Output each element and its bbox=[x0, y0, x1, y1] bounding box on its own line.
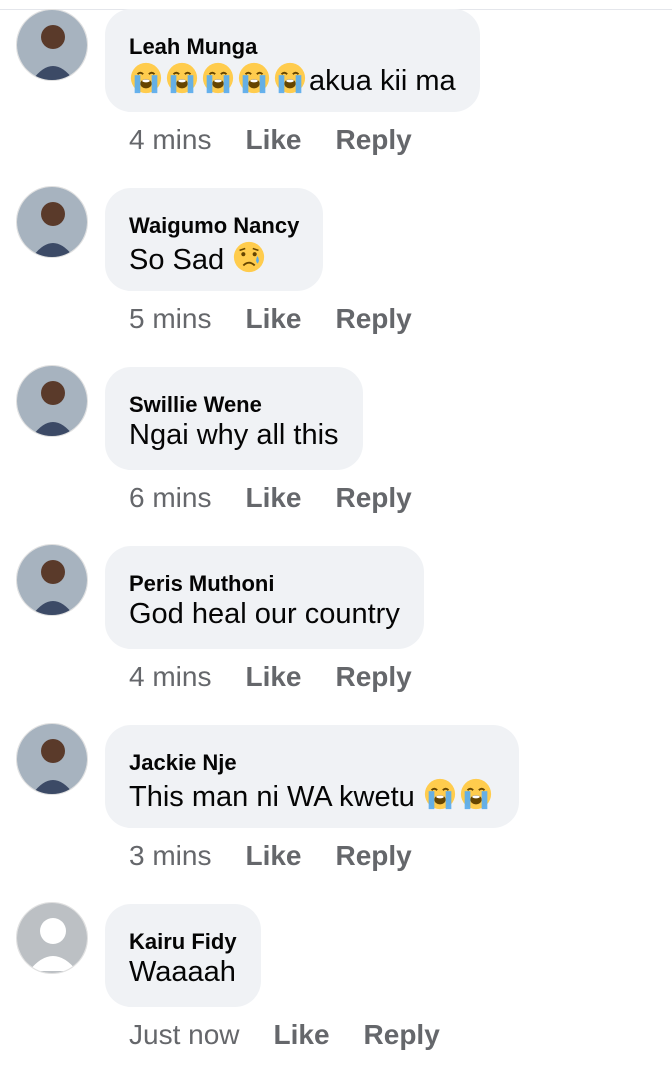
profile-photo bbox=[17, 545, 87, 615]
like-button[interactable]: Like bbox=[245, 124, 301, 155]
loudly-crying-face-icon bbox=[202, 62, 234, 94]
sad-but-relieved-face-icon bbox=[234, 241, 265, 273]
comment-bubble[interactable]: Jackie Nje This man ni WA kwetu bbox=[105, 725, 519, 828]
comment-time[interactable]: 4 mins bbox=[129, 124, 211, 155]
avatar[interactable] bbox=[16, 902, 88, 974]
comment-bubble[interactable]: Waigumo Nancy So Sad bbox=[105, 188, 323, 291]
comment-time[interactable]: 5 mins bbox=[129, 303, 211, 334]
comment-message: So Sad bbox=[129, 244, 233, 276]
comment-item: Jackie Nje This man ni WA kwetu 3 mins Li… bbox=[0, 723, 672, 904]
comment-time[interactable]: 6 mins bbox=[129, 482, 211, 513]
comment-text: Waaaah bbox=[129, 956, 236, 989]
reply-button[interactable]: Reply bbox=[336, 840, 412, 871]
avatar[interactable] bbox=[16, 186, 88, 258]
avatar[interactable] bbox=[16, 723, 88, 795]
comment-author[interactable]: Jackie Nje bbox=[129, 750, 237, 776]
comment-text: So Sad bbox=[129, 240, 268, 277]
comment-actions: 4 mins Like Reply bbox=[129, 124, 446, 156]
avatar[interactable] bbox=[16, 365, 88, 437]
comment-actions: 6 mins Like Reply bbox=[129, 482, 446, 514]
comment-author[interactable]: Waigumo Nancy bbox=[129, 213, 299, 239]
profile-photo bbox=[17, 187, 87, 257]
comment-message: Waaaah bbox=[129, 956, 236, 988]
like-button[interactable]: Like bbox=[245, 840, 301, 871]
comment-author[interactable]: Kairu Fidy bbox=[129, 929, 237, 955]
comment-message: God heal our country bbox=[129, 598, 400, 630]
comment-actions: 4 mins Like Reply bbox=[129, 661, 446, 693]
comment-item: Peris Muthoni God heal our country 4 min… bbox=[0, 544, 672, 725]
loudly-crying-face-icon bbox=[130, 62, 162, 94]
comment-bubble[interactable]: Swillie Wene Ngai why all this bbox=[105, 367, 363, 470]
comment-actions: 3 mins Like Reply bbox=[129, 840, 446, 872]
reply-button[interactable]: Reply bbox=[336, 482, 412, 513]
default-avatar-icon bbox=[17, 903, 87, 973]
comment-bubble[interactable]: Leah Munga akua kii ma bbox=[105, 9, 480, 112]
like-button[interactable]: Like bbox=[274, 1019, 330, 1050]
like-button[interactable]: Like bbox=[245, 661, 301, 692]
comment-text: akua kii ma bbox=[129, 61, 456, 98]
emoji-group bbox=[423, 778, 495, 813]
comment-text: God heal our country bbox=[129, 598, 400, 631]
loudly-crying-face-icon bbox=[238, 62, 270, 94]
comment-item: Leah Munga akua kii ma 4 mins Like Reply bbox=[0, 9, 672, 188]
comment-author[interactable]: Leah Munga bbox=[129, 34, 257, 60]
reply-button[interactable]: Reply bbox=[336, 303, 412, 334]
comment-item: Kairu Fidy Waaaah Just now Like Reply bbox=[0, 902, 672, 1083]
reply-button[interactable]: Reply bbox=[336, 661, 412, 692]
comment-actions: Just now Like Reply bbox=[129, 1019, 474, 1051]
comment-item: Waigumo Nancy So Sad 5 mins Like Reply bbox=[0, 186, 672, 367]
comment-bubble[interactable]: Peris Muthoni God heal our country bbox=[105, 546, 424, 649]
emoji-group bbox=[129, 62, 309, 97]
comment-time[interactable]: Just now bbox=[129, 1019, 240, 1050]
comment-message: akua kii ma bbox=[309, 65, 456, 97]
comment-author[interactable]: Peris Muthoni bbox=[129, 571, 274, 597]
emoji-group bbox=[232, 241, 268, 276]
like-button[interactable]: Like bbox=[245, 482, 301, 513]
avatar[interactable] bbox=[16, 9, 88, 81]
comment-message: This man ni WA kwetu bbox=[129, 781, 423, 813]
comment-time[interactable]: 3 mins bbox=[129, 840, 211, 871]
comment-item: Swillie Wene Ngai why all this 6 mins Lik… bbox=[0, 365, 672, 546]
avatar[interactable] bbox=[16, 544, 88, 616]
comment-time[interactable]: 4 mins bbox=[129, 661, 211, 692]
profile-photo bbox=[17, 724, 87, 794]
comment-text: Ngai why all this bbox=[129, 419, 339, 452]
comment-text: This man ni WA kwetu bbox=[129, 777, 495, 814]
comment-actions: 5 mins Like Reply bbox=[129, 303, 446, 335]
loudly-crying-face-icon bbox=[460, 778, 491, 810]
profile-photo bbox=[17, 10, 87, 80]
comment-bubble[interactable]: Kairu Fidy Waaaah bbox=[105, 904, 261, 1007]
reply-button[interactable]: Reply bbox=[364, 1019, 440, 1050]
loudly-crying-face-icon bbox=[166, 62, 198, 94]
loudly-crying-face-icon bbox=[424, 778, 455, 810]
loudly-crying-face-icon bbox=[274, 62, 306, 94]
comment-message: Ngai why all this bbox=[129, 419, 339, 451]
like-button[interactable]: Like bbox=[245, 303, 301, 334]
profile-photo bbox=[17, 366, 87, 436]
reply-button[interactable]: Reply bbox=[336, 124, 412, 155]
comment-author[interactable]: Swillie Wene bbox=[129, 392, 262, 418]
